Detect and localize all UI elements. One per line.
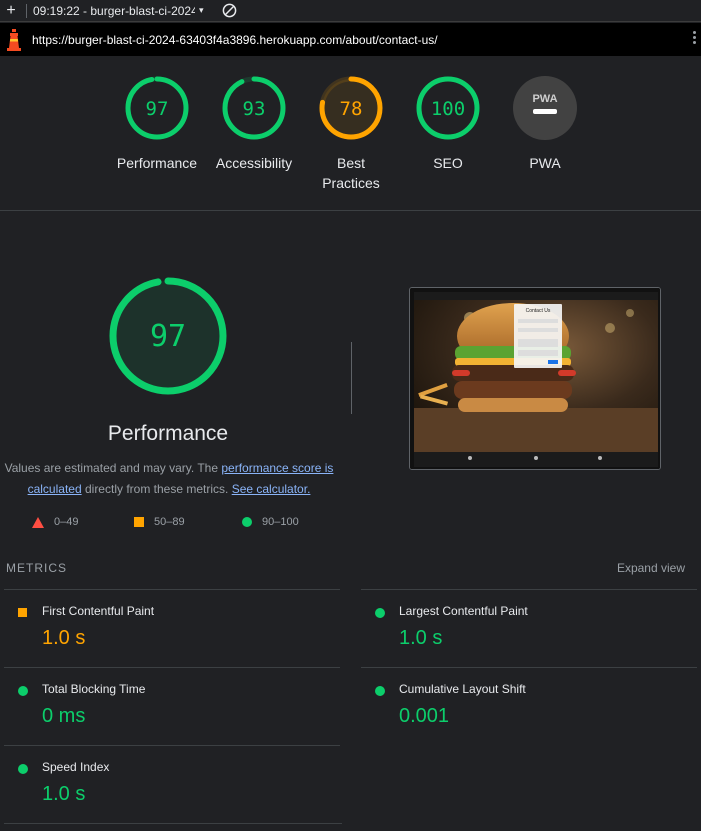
new-tab-button[interactable]: +	[0, 0, 22, 22]
gauge-pwa[interactable]: PWA PWA	[490, 75, 600, 173]
pass-circle-icon	[375, 686, 385, 696]
gauge-accessibility-score: 93	[243, 98, 266, 120]
square-icon	[134, 517, 144, 527]
metric-cls: Cumulative Layout Shift 0.001	[361, 667, 697, 745]
metrics-bottom-divider	[4, 823, 342, 824]
vertical-divider	[351, 342, 352, 414]
category-gauges: 97 Performance 93 Accessibility 78 Best …	[0, 56, 701, 211]
metric-fcp: First Contentful Paint 1.0 s	[4, 589, 340, 667]
gauge-performance[interactable]: 97 Performance	[102, 75, 212, 173]
metric-fcp-value: 1.0 s	[42, 627, 86, 649]
circle-icon	[242, 517, 252, 527]
tab-dropdown-caret[interactable]: ▾	[199, 5, 204, 16]
legend-fail: 0–49	[32, 516, 78, 528]
note-text-1: Values are estimated and may vary. The	[4, 461, 222, 475]
legend-fail-range: 0–49	[54, 516, 79, 528]
metric-lcp: Largest Contentful Paint 1.0 s	[361, 589, 697, 667]
gauge-performance-ring: 97	[125, 76, 189, 140]
more-options-icon[interactable]	[693, 31, 697, 46]
legend-pass: 90–100	[242, 516, 299, 528]
note-text-2: directly from these metrics.	[81, 482, 232, 496]
gauge-seo[interactable]: 100 SEO	[393, 75, 503, 173]
gauge-best-practices-ring: 78	[319, 76, 383, 140]
metric-lcp-value: 1.0 s	[399, 627, 443, 649]
metric-cls-value: 0.001	[399, 705, 450, 727]
average-square-icon	[18, 608, 27, 617]
gauge-best-practices-score: 78	[340, 98, 363, 120]
main-performance-title: Performance	[107, 422, 229, 445]
gauge-pwa-label: PWA	[529, 155, 561, 171]
gauge-best-practices[interactable]: 78 Best Practices	[296, 75, 406, 193]
tab-bar: + 09:19:22 - burger-blast-ci-2024 ▾	[0, 0, 701, 22]
gauge-seo-score: 100	[431, 98, 465, 120]
expand-view-button[interactable]: Expand view	[617, 561, 685, 575]
url-bar: https://burger-blast-ci-2024-63403f4a389…	[0, 23, 701, 56]
gauge-best-practices-label: Best Practices	[322, 155, 380, 191]
metric-si-name: Speed Index	[42, 760, 110, 774]
pass-circle-icon	[18, 764, 28, 774]
metrics-heading: METRICS	[6, 561, 67, 575]
metric-fcp-name: First Contentful Paint	[42, 604, 155, 618]
gauge-accessibility[interactable]: 93 Accessibility	[199, 75, 309, 173]
report-tab-label[interactable]: 09:19:22 - burger-blast-ci-2024	[33, 4, 195, 18]
thumbnail-card-title: Contact Us	[526, 308, 551, 314]
metric-tbt-value: 0 ms	[42, 705, 86, 727]
metric-cls-name: Cumulative Layout Shift	[399, 682, 526, 696]
performance-note: Values are estimated and may vary. The p…	[4, 458, 334, 500]
gauge-accessibility-ring: 93	[222, 76, 286, 140]
see-calculator-link[interactable]: See calculator.	[232, 482, 311, 496]
lighthouse-icon	[0, 23, 28, 56]
gauge-performance-label: Performance	[116, 155, 198, 171]
metric-si: Speed Index 1.0 s	[4, 745, 340, 823]
tab-divider	[26, 3, 27, 18]
gauge-seo-ring: 100	[416, 76, 480, 140]
main-performance-score: 97	[150, 319, 186, 354]
triangle-icon	[32, 516, 44, 528]
metric-tbt: Total Blocking Time 0 ms	[4, 667, 340, 745]
metric-si-value: 1.0 s	[42, 783, 86, 805]
main-performance-gauge: 97	[107, 275, 229, 402]
pass-circle-icon	[375, 608, 385, 618]
gauge-seo-label: SEO	[433, 155, 463, 171]
metric-lcp-name: Largest Contentful Paint	[399, 604, 528, 618]
gauge-accessibility-label: Accessibility	[215, 155, 293, 171]
pass-circle-icon	[18, 686, 28, 696]
legend-average-range: 50–89	[154, 516, 185, 528]
pwa-badge-icon: PWA	[513, 76, 577, 140]
page-screenshot-thumbnail[interactable]: Contact Us	[409, 287, 661, 470]
gauge-performance-score: 97	[146, 98, 169, 120]
clear-icon[interactable]	[222, 3, 238, 19]
section-divider	[0, 210, 701, 211]
legend-average: 50–89	[134, 516, 185, 528]
metric-tbt-name: Total Blocking Time	[42, 682, 146, 696]
pwa-badge-text: PWA	[532, 93, 557, 105]
legend-pass-range: 90–100	[262, 516, 299, 528]
page-url[interactable]: https://burger-blast-ci-2024-63403f4a389…	[32, 33, 438, 47]
